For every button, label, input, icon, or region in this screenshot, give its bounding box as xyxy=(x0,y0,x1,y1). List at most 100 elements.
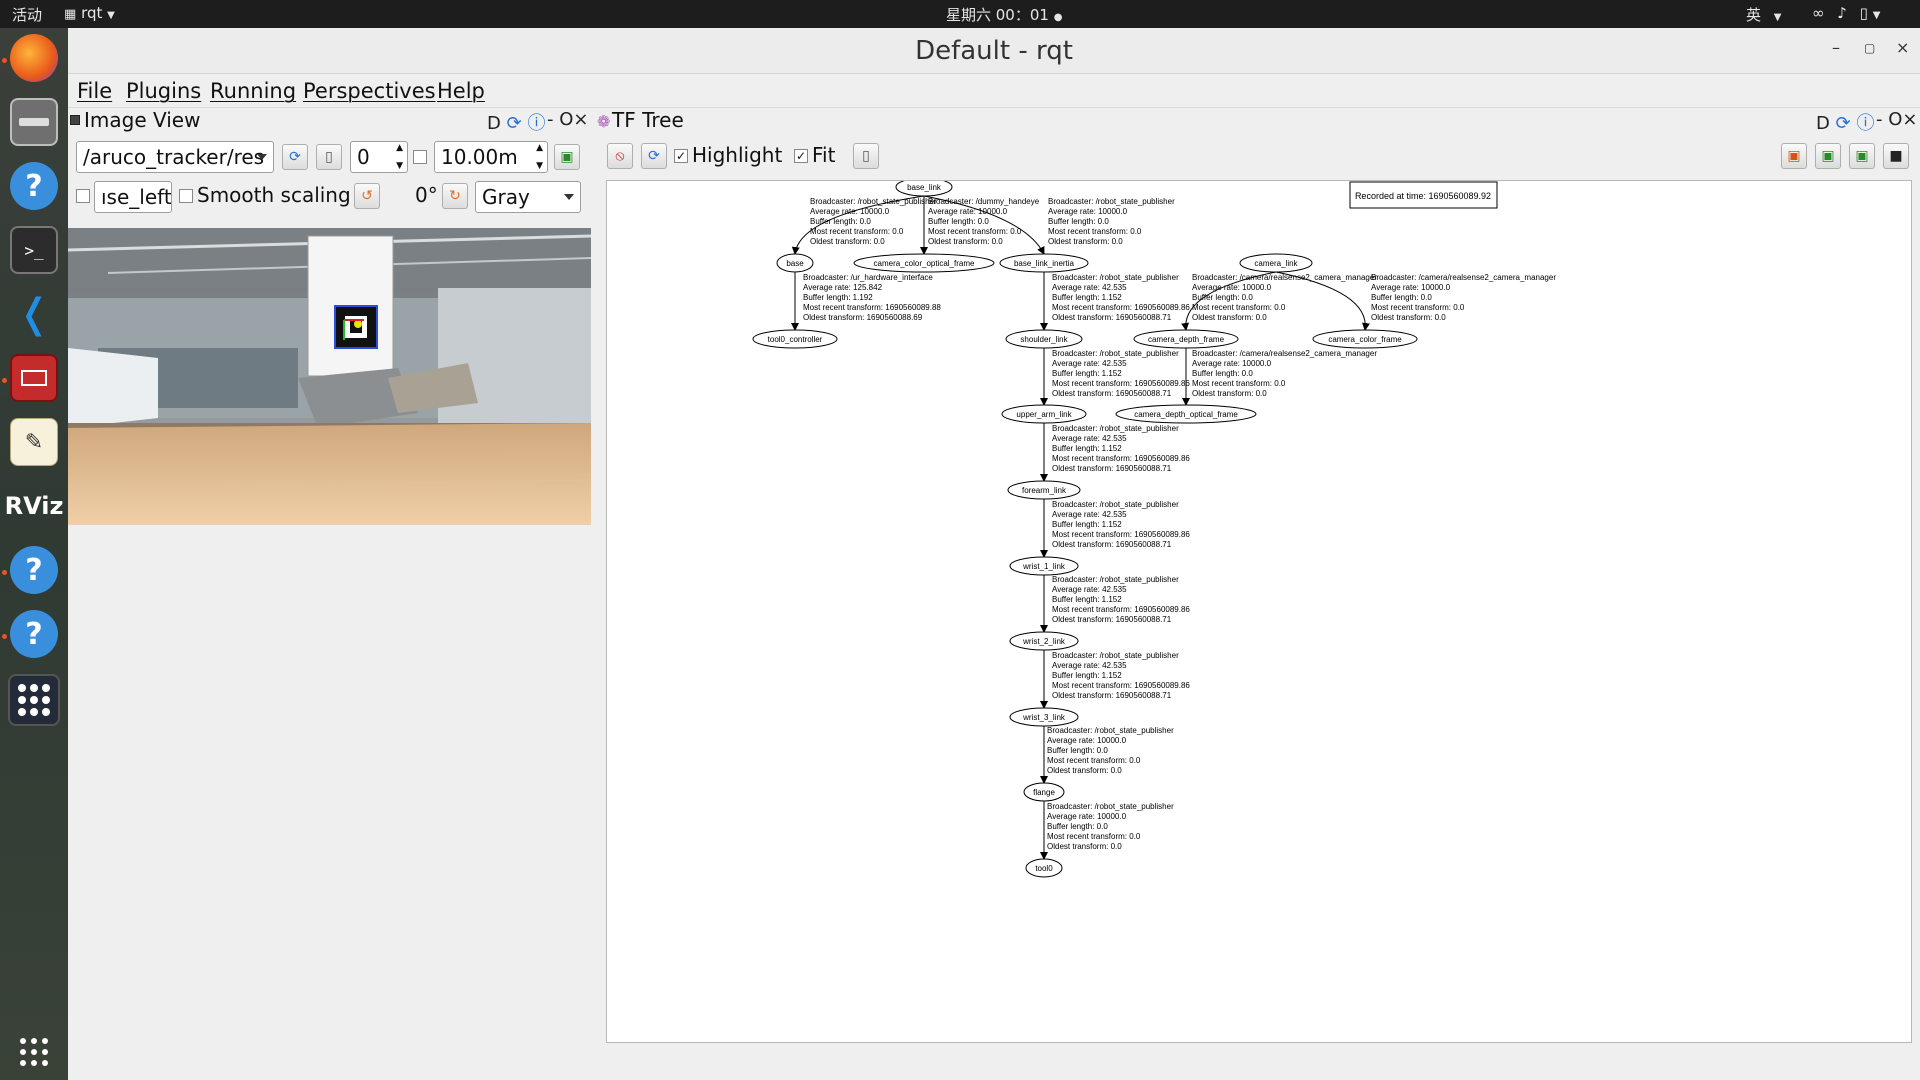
tf-edge-label: Broadcaster: /robot_state_publisher xyxy=(1047,802,1174,811)
smooth-scaling-checkbox[interactable] xyxy=(179,189,193,203)
image-view-window-controls[interactable]: - O× xyxy=(547,109,588,130)
tf-edge-label: Most recent transform: 1690560089.86 xyxy=(1052,454,1190,463)
tf-tree-dock-controls[interactable]: D ⟳ ⓘ xyxy=(1816,109,1874,135)
tf-edge-label: Oldest transform: 1690560088.69 xyxy=(803,313,923,322)
rotate-right-button[interactable]: ↻ xyxy=(442,183,468,209)
tf-node-flange[interactable]: flange xyxy=(1023,782,1065,802)
rotate-left-button[interactable]: ↺ xyxy=(354,183,380,209)
save-dot-button[interactable]: ▣ xyxy=(1815,143,1841,169)
maximize-button[interactable]: ▢ xyxy=(1864,41,1875,55)
tf-tree-graph[interactable]: Broadcaster: /robot_state_publisher Avera… xyxy=(606,177,1912,1043)
help-icon[interactable]: ? xyxy=(10,610,58,658)
tf-node-wrist-1-link[interactable]: wrist_1_link xyxy=(1009,556,1079,576)
menu-plugins[interactable]: Plugins xyxy=(126,79,201,103)
system-menu[interactable]: ∞ ♪ ▯ ▼ xyxy=(1812,4,1880,22)
load-dot-button[interactable]: ▣ xyxy=(1781,143,1807,169)
vscode-icon[interactable]: ❬ xyxy=(10,290,58,338)
close-icon[interactable]: × xyxy=(573,109,588,130)
tf-node-base[interactable]: base xyxy=(776,253,814,273)
mouse-publish-checkbox[interactable] xyxy=(76,189,90,203)
dock-label: D xyxy=(1816,113,1830,134)
tf-tree-window-controls[interactable]: - O× xyxy=(1876,109,1917,130)
firefox-icon[interactable] xyxy=(10,34,58,82)
menu-running[interactable]: Running xyxy=(210,79,296,103)
tf-node-shoulder-link[interactable]: shoulder_link xyxy=(1005,329,1083,349)
tf-node-wrist-3-link[interactable]: wrist_3_link xyxy=(1009,707,1079,727)
tf-node-label: tool0 xyxy=(1035,864,1053,873)
clear-buffer-button[interactable]: ⦸ xyxy=(607,143,633,169)
panel-float-icon[interactable] xyxy=(70,115,80,125)
max-range-spinbox[interactable]: 10.00m ▲ ▼ xyxy=(434,141,548,173)
window-titlebar[interactable]: Default - rqt – ▢ × xyxy=(68,28,1920,74)
save-image-button[interactable]: ■ xyxy=(1883,143,1909,169)
show-applications-icon[interactable] xyxy=(10,1028,58,1076)
spin-down-icon[interactable]: ▼ xyxy=(396,161,403,171)
tf-node-label: wrist_3_link xyxy=(1022,713,1066,722)
highlight-checkbox[interactable]: ✓ xyxy=(674,149,688,163)
minimize-button[interactable]: – xyxy=(1832,38,1840,57)
image-icon: ■ xyxy=(1889,148,1903,164)
tf-node-upper-arm-link[interactable]: upper_arm_link xyxy=(1001,404,1087,424)
value-spinbox[interactable]: 0 ▲ ▼ xyxy=(350,141,408,173)
help-icon[interactable]: ⓘ xyxy=(527,113,545,134)
tf-edge-label: Oldest transform: 0.0 xyxy=(1192,389,1267,398)
camera-image[interactable] xyxy=(68,228,591,525)
tf-edge-label: Broadcaster: /robot_state_publisher xyxy=(1052,273,1179,282)
tf-node-wrist-2-link[interactable]: wrist_2_link xyxy=(1009,631,1079,651)
tf-edge-label: Oldest transform: 0.0 xyxy=(810,237,885,246)
reload-icon[interactable]: ⟳ xyxy=(1836,113,1851,134)
fit-view-button[interactable]: ▯ xyxy=(853,143,879,169)
app-menu[interactable]: ▦ rqt ▼ xyxy=(64,4,115,22)
spin-up-icon[interactable]: ▲ xyxy=(396,143,403,153)
mouse-topic-field[interactable]: ıse_left xyxy=(94,181,172,213)
clock-label: 星期六 00：01 xyxy=(946,6,1049,24)
tf-node-base-link[interactable]: base_link xyxy=(895,177,953,197)
tf-edge-label: Broadcaster: /robot_state_publisher xyxy=(1052,651,1179,660)
close-icon[interactable]: × xyxy=(1902,109,1917,130)
tf-node-tool0[interactable]: tool0 xyxy=(1025,858,1063,878)
ubuntu-dock: ? >_ ❬ ✎ RViz ? ? xyxy=(0,28,68,1080)
spin-up-icon[interactable]: ▲ xyxy=(536,143,543,153)
text-editor-icon[interactable]: ✎ xyxy=(10,418,58,466)
tf-edge-label: Average rate: 42.535 xyxy=(1052,585,1127,594)
colormap-select[interactable]: Gray xyxy=(475,181,581,213)
spin-down-icon[interactable]: ▼ xyxy=(536,161,543,171)
tf-node-camera-depth-optical-frame[interactable]: camera_depth_optical_frame xyxy=(1115,404,1257,424)
tf-node-camera-link[interactable]: camera_link xyxy=(1239,253,1313,273)
input-method-label: 英 xyxy=(1746,6,1762,24)
tf-node-tool0-controller[interactable]: tool0_controller xyxy=(752,329,838,349)
tf-edge-label: Broadcaster: /robot_state_publisher xyxy=(1052,349,1179,358)
refresh-graph-button[interactable]: ⟳ xyxy=(641,143,667,169)
tf-node-camera-color-optical-frame[interactable]: camera_color_optical_frame xyxy=(853,253,995,273)
rqt-grid-icon[interactable] xyxy=(8,674,60,726)
running-indicator xyxy=(2,570,7,575)
files-icon[interactable] xyxy=(10,98,58,146)
input-method-menu[interactable]: 英 ▼ xyxy=(1746,4,1782,25)
save-svg-button[interactable]: ▣ xyxy=(1849,143,1875,169)
tf-node-base-link-inertia[interactable]: base_link_inertia xyxy=(999,253,1089,273)
topic-select[interactable]: /aruco_tracker/res xyxy=(76,141,274,173)
image-view-dock-controls[interactable]: D ⟳ ⓘ xyxy=(487,109,545,135)
clock[interactable]: 星期六 00：01 ● xyxy=(946,4,1062,25)
menu-help[interactable]: Help xyxy=(437,79,485,103)
menu-perspectives[interactable]: Perspectives xyxy=(303,79,436,103)
activities-button[interactable]: 活动 xyxy=(12,4,42,25)
tf-node-forearm-link[interactable]: forearm_link xyxy=(1007,480,1081,500)
refresh-topics-button[interactable]: ⟳ xyxy=(282,144,308,170)
menu-file[interactable]: File xyxy=(77,79,112,103)
tf-node-camera-color-frame[interactable]: camera_color_frame xyxy=(1312,329,1418,349)
max-range-checkbox[interactable] xyxy=(413,150,427,164)
help-icon[interactable]: ⓘ xyxy=(1856,113,1874,134)
zoom-button[interactable]: ▯ xyxy=(316,144,342,170)
help-icon[interactable]: ? xyxy=(10,162,58,210)
save-image-button[interactable]: ▣ xyxy=(554,144,580,170)
terminal-icon[interactable]: >_ xyxy=(10,226,58,274)
app-red-icon[interactable] xyxy=(10,354,58,402)
tf-node-camera-depth-frame[interactable]: camera_depth_frame xyxy=(1133,329,1239,349)
running-indicator xyxy=(2,378,7,383)
rviz-icon[interactable]: RViz xyxy=(5,482,64,530)
fit-checkbox[interactable]: ✓ xyxy=(794,149,808,163)
close-button[interactable]: × xyxy=(1896,38,1909,57)
reload-icon[interactable]: ⟳ xyxy=(507,113,522,134)
help-icon[interactable]: ? xyxy=(10,546,58,594)
